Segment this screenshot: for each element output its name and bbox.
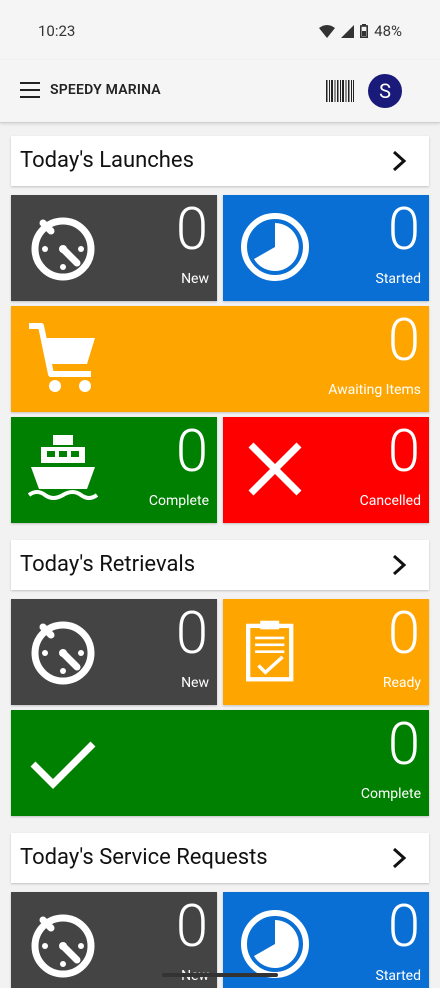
- count-launches-new: 0: [175, 196, 208, 264]
- timer-icon: [31, 217, 95, 281]
- status-time: 10:23: [38, 22, 76, 40]
- tile-launches-cancelled[interactable]: 0 Cancelled: [223, 417, 429, 523]
- label-launches-cancelled: Cancelled: [359, 493, 421, 509]
- checkmark-icon: [30, 741, 96, 789]
- count-launches-awaiting: 0: [387, 307, 420, 375]
- count-retrievals-ready: 0: [387, 600, 420, 668]
- count-launches-complete: 0: [175, 418, 208, 486]
- count-launches-started: 0: [387, 196, 420, 264]
- count-retrievals-new: 0: [175, 600, 208, 668]
- section-title-launches: Today's Launches: [20, 148, 194, 173]
- label-launches-new: New: [181, 271, 209, 287]
- boat-icon: [27, 435, 99, 500]
- label-retrievals-complete: Complete: [360, 786, 421, 802]
- tile-launches-complete[interactable]: 0 Complete: [11, 417, 217, 523]
- status-bar: 10:23 48%: [0, 0, 440, 60]
- count-launches-cancelled: 0: [387, 418, 420, 486]
- gesture-nav-bar[interactable]: [162, 973, 278, 977]
- status-icons: 48%: [319, 22, 402, 40]
- chevron-right-icon: [392, 555, 407, 575]
- tile-retrievals-complete[interactable]: 0 Complete: [11, 710, 429, 816]
- tile-launches-awaiting-items[interactable]: 0 Awaiting Items: [11, 306, 429, 412]
- progress-clock-icon: [241, 910, 309, 978]
- tile-retrievals-new[interactable]: 0 New: [11, 599, 217, 705]
- battery-percent: 48%: [374, 22, 402, 40]
- count-retrievals-complete: 0: [387, 711, 420, 779]
- signal-icon: [341, 24, 355, 38]
- shopping-cart-icon: [29, 323, 95, 392]
- app-bar: SPEEDY MARINA S: [0, 60, 440, 123]
- tile-launches-started[interactable]: 0 Started: [223, 195, 429, 301]
- timer-icon: [31, 621, 95, 685]
- section-title-retrievals: Today's Retrievals: [20, 552, 196, 577]
- close-icon: [248, 442, 302, 496]
- count-service-new: 0: [175, 893, 208, 961]
- progress-clock-icon: [241, 213, 309, 281]
- section-title-service: Today's Service Requests: [20, 845, 268, 870]
- user-avatar[interactable]: S: [368, 74, 402, 108]
- battery-icon: [360, 24, 369, 38]
- label-launches-started: Started: [375, 271, 422, 287]
- section-header-retrievals[interactable]: Today's Retrievals: [11, 540, 429, 590]
- section-header-launches[interactable]: Today's Launches: [11, 136, 429, 186]
- chevron-right-icon: [392, 848, 407, 868]
- label-retrievals-ready: Ready: [382, 675, 421, 691]
- label-retrievals-new: New: [181, 675, 209, 691]
- label-launches-complete: Complete: [148, 493, 209, 509]
- wifi-icon: [319, 24, 336, 38]
- section-header-service[interactable]: Today's Service Requests: [11, 833, 429, 883]
- menu-icon[interactable]: [20, 82, 40, 98]
- clipboard-check-icon: [246, 620, 294, 682]
- timer-icon: [31, 914, 95, 978]
- tile-retrievals-ready[interactable]: 0 Ready: [223, 599, 429, 705]
- label-launches-awaiting: Awaiting Items: [328, 382, 421, 398]
- barcode-scan-icon[interactable]: [326, 80, 354, 102]
- tile-launches-new[interactable]: 0 New: [11, 195, 217, 301]
- count-service-started: 0: [387, 893, 420, 961]
- chevron-right-icon: [392, 151, 407, 171]
- label-service-started: Started: [375, 968, 422, 984]
- app-title: SPEEDY MARINA: [50, 82, 161, 98]
